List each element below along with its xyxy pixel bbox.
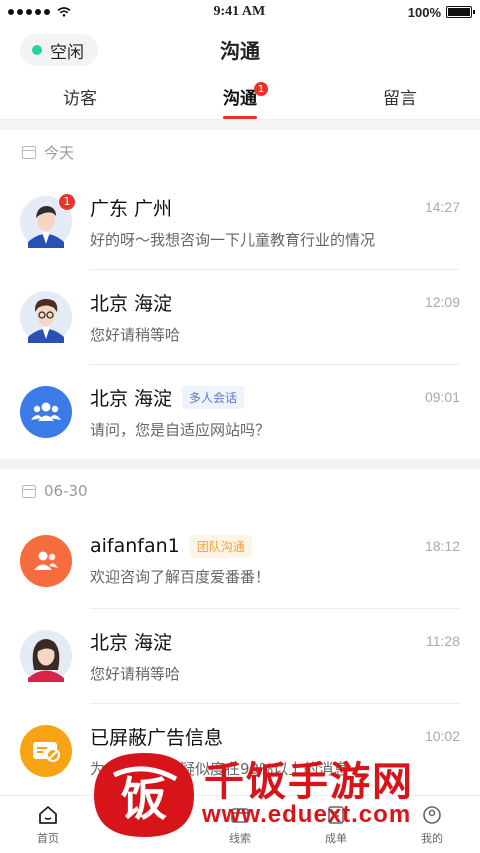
- message-preview: 您好请稍等哈: [90, 325, 181, 344]
- profile-icon: [423, 805, 441, 824]
- group-chat-tag: 多人会话: [182, 385, 245, 409]
- team-chat-tag: 团队沟通: [189, 534, 252, 558]
- calendar-icon: [22, 484, 36, 498]
- deal-icon: [328, 805, 344, 824]
- group-icon: [20, 385, 72, 438]
- message-time: 10:02: [424, 728, 460, 744]
- blocked-ad-icon: [20, 724, 72, 777]
- contact-name: 已屏蔽广告信息: [90, 726, 224, 749]
- contact-name: 北京 海淀: [90, 631, 173, 654]
- contact-name: aifanfan1: [90, 535, 180, 557]
- tab-chat[interactable]: 沟通 1: [160, 74, 320, 119]
- status-bar: 9:41 AM 100%: [0, 0, 480, 24]
- male-avatar-1: 1: [20, 192, 76, 248]
- section-date: 今天: [44, 143, 75, 162]
- battery-percent: 100%: [407, 4, 441, 20]
- section-header-date: 06-30: [0, 469, 480, 513]
- message-preview: 欢迎咨询了解百度爱番番！: [90, 567, 271, 586]
- message-preview: 为您屏蔽广告疑似度在90%以上的消息: [90, 759, 349, 778]
- home-icon: [39, 805, 57, 824]
- team-icon: [20, 534, 72, 587]
- nav-chat[interactable]: [96, 796, 192, 853]
- availability-toggle[interactable]: 空闲: [20, 34, 98, 66]
- nav-deals[interactable]: 成单: [288, 796, 384, 853]
- conversation-row[interactable]: 1 广东 广州 14:27 好的呀～我想咨询一下儿童教育行业的情况: [0, 174, 480, 269]
- message-time: 11:28: [426, 633, 460, 649]
- availability-label: 空闲: [50, 42, 84, 63]
- male-avatar-2: [20, 290, 72, 343]
- conversation-row[interactable]: 北京 海淀 11:28 您好请稍等哈: [0, 608, 480, 703]
- nav-home[interactable]: 首页: [0, 796, 96, 853]
- tab-messages[interactable]: 留言: [320, 74, 480, 119]
- conversation-row[interactable]: 北京 海淀 12:09 您好请稍等哈: [0, 269, 480, 364]
- battery-icon: [446, 6, 475, 18]
- conversation-row[interactable]: aifanfan1 团队沟通 18:12 欢迎咨询了解百度爱番番！: [0, 513, 480, 608]
- online-status-dot: [32, 45, 42, 55]
- signal-indicator: [8, 7, 71, 17]
- battery-status: 100%: [407, 4, 475, 20]
- tab-visitors[interactable]: 访客: [0, 74, 160, 119]
- nav-profile[interactable]: 我的: [384, 796, 480, 853]
- message-time: 14:27: [424, 199, 460, 215]
- chat-icon: [136, 815, 152, 832]
- wifi-icon: [57, 7, 71, 17]
- calendar-icon: [22, 145, 36, 159]
- conversation-row[interactable]: 已屏蔽广告信息 10:02 为您屏蔽广告疑似度在90%以上的消息: [0, 703, 480, 798]
- female-avatar: [20, 629, 72, 682]
- bottom-navigation: 首页 线索 成单 我的: [0, 795, 480, 853]
- page-title: 沟通: [220, 38, 260, 63]
- message-preview: 好的呀～我想咨询一下儿童教育行业的情况: [90, 230, 376, 249]
- section-header-today: 今天: [0, 130, 480, 174]
- message-time: 18:12: [424, 538, 460, 554]
- contact-name: 北京 海淀: [90, 387, 173, 410]
- message-preview: 请问，您是自适应网站吗？: [90, 420, 271, 439]
- contact-name: 广东 广州: [90, 197, 173, 220]
- contact-name: 北京 海淀: [90, 292, 173, 315]
- message-preview: 您好请稍等哈: [90, 664, 181, 683]
- leads-icon: [231, 807, 249, 823]
- conversation-row[interactable]: 北京 海淀 多人会话 09:01 请问，您是自适应网站吗？: [0, 364, 480, 459]
- clock: 9:41 AM: [213, 4, 266, 19]
- unread-count-badge: 1: [58, 192, 76, 211]
- tab-bar: 访客 沟通 1 留言: [0, 74, 480, 120]
- section-date: 06-30: [44, 482, 88, 500]
- message-time: 09:01: [424, 389, 460, 405]
- header: 空闲 沟通: [0, 24, 480, 74]
- unread-badge: 1: [254, 82, 268, 96]
- message-time: 12:09: [424, 294, 460, 310]
- nav-leads[interactable]: 线索: [192, 796, 288, 853]
